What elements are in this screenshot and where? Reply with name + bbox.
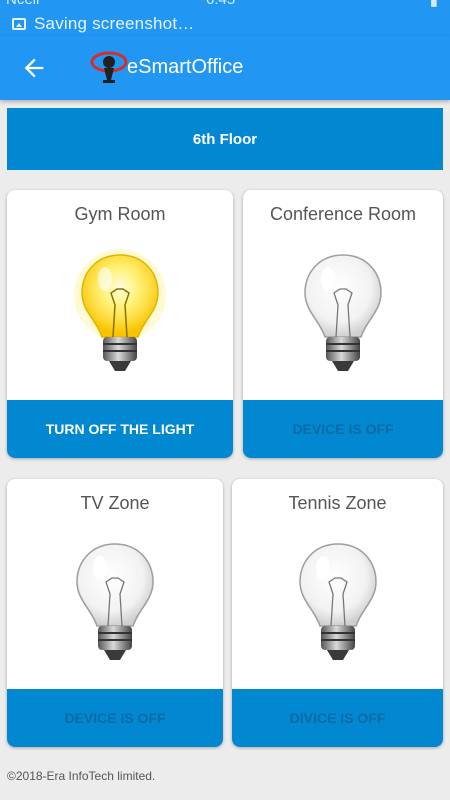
action-label: DEVICE IS OFF bbox=[64, 710, 166, 726]
room-name: TV Zone bbox=[80, 493, 150, 513]
light-bulb-icon bbox=[76, 543, 154, 660]
arrow-left-icon[interactable] bbox=[20, 54, 48, 82]
room-card-tennis-zone: Tennis Zone DIVICE IS OFF bbox=[232, 479, 443, 747]
device-status-button[interactable]: DEVICE IS OFF bbox=[7, 689, 223, 747]
battery-icon: ▮ bbox=[429, 0, 438, 9]
status-bar: Ncell 6:45 ▮ Saving screenshot… bbox=[0, 0, 450, 36]
light-bulb-icon bbox=[304, 254, 382, 371]
notification: Saving screenshot… bbox=[12, 14, 194, 34]
copyright-text: ©2018-Era InfoTech limited. bbox=[7, 769, 156, 783]
device-status-button[interactable]: DIVICE IS OFF bbox=[232, 689, 443, 747]
status-time: 6:45 bbox=[206, 0, 235, 8]
floor-label: 6th Floor bbox=[192, 130, 258, 148]
notification-text: Saving screenshot… bbox=[34, 14, 195, 33]
room-card-gym-room: Gym Room TURN OFF THE LIGHT bbox=[7, 190, 233, 458]
action-label: DIVICE IS OFF bbox=[289, 710, 386, 726]
room-name: Conference Room bbox=[269, 204, 417, 224]
action-label: DEVICE IS OFF bbox=[292, 421, 394, 437]
signal-text: Ncell bbox=[6, 0, 39, 8]
action-label: TURN OFF THE LIGHT bbox=[45, 421, 195, 437]
device-status-button[interactable]: DEVICE IS OFF bbox=[243, 400, 443, 458]
app-bar: eSmartOffice bbox=[0, 36, 450, 100]
app-title: eSmartOffice bbox=[127, 56, 244, 78]
image-icon bbox=[12, 18, 26, 30]
room-name: Gym Room bbox=[74, 204, 166, 224]
light-bulb-icon bbox=[298, 543, 377, 660]
esmartoffice-logo-icon bbox=[90, 51, 128, 83]
room-card-conference-room: Conference Room DEVICE IS OFF bbox=[243, 190, 443, 458]
floor-header: 6th Floor bbox=[7, 108, 443, 170]
room-card-tv-zone: TV Zone DEVICE IS OFF bbox=[7, 479, 223, 747]
room-name: Tennis Zone bbox=[288, 493, 387, 513]
light-bulb-icon bbox=[74, 249, 166, 371]
turn-off-light-button[interactable]: TURN OFF THE LIGHT bbox=[7, 400, 233, 458]
